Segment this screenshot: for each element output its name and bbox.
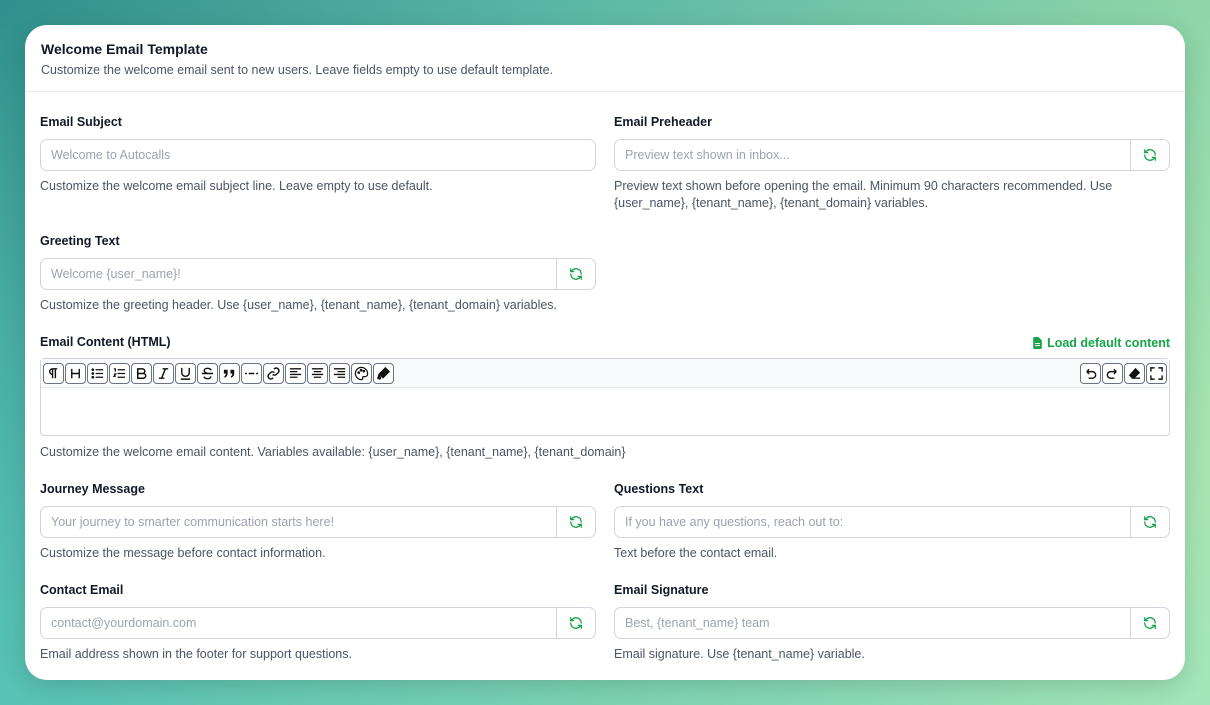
- signature-input-wrap: [614, 607, 1170, 639]
- questions-reset-button[interactable]: [1130, 507, 1169, 537]
- load-default-button[interactable]: Load default content: [1032, 336, 1170, 350]
- refresh-icon: [1144, 149, 1156, 161]
- questions-help: Text before the contact email.: [614, 546, 778, 560]
- strikethrough-icon[interactable]: [197, 362, 218, 384]
- signature-help: Email signature. Use {tenant_name} varia…: [614, 647, 865, 661]
- redo-icon[interactable]: [1102, 362, 1123, 384]
- content-help: Customize the welcome email content. Var…: [40, 445, 626, 459]
- contact-email-input[interactable]: [41, 608, 556, 638]
- journey-input[interactable]: [41, 507, 556, 537]
- signature-input[interactable]: [615, 608, 1130, 638]
- link-icon[interactable]: [263, 362, 284, 384]
- refresh-icon: [570, 268, 582, 280]
- ordered-list-icon[interactable]: [109, 362, 130, 384]
- italic-icon[interactable]: [153, 362, 174, 384]
- content-label: Email Content (HTML): [40, 335, 171, 349]
- load-default-label: Load default content: [1047, 335, 1170, 350]
- preheader-help: Preview text shown before opening the em…: [614, 179, 1113, 210]
- underline-icon[interactable]: [175, 362, 196, 384]
- greeting-field: Greeting Text Customize the greeting hea…: [40, 234, 596, 314]
- refresh-icon: [570, 617, 582, 629]
- greeting-help: Customize the greeting header. Use {user…: [40, 298, 558, 312]
- journey-label: Journey Message: [40, 482, 145, 496]
- undo-icon[interactable]: [1080, 362, 1101, 384]
- align-right-icon[interactable]: [329, 362, 350, 384]
- contact-field: Contact Email Email address shown in the…: [40, 583, 596, 663]
- questions-input[interactable]: [615, 507, 1130, 537]
- contact-input-wrap: [40, 607, 596, 639]
- greeting-reset-button[interactable]: [556, 259, 595, 289]
- journey-reset-button[interactable]: [556, 507, 595, 537]
- page-title: Welcome Email Template: [41, 41, 208, 57]
- preheader-reset-button[interactable]: [1130, 140, 1169, 170]
- bold-icon[interactable]: [131, 362, 152, 384]
- align-left-icon[interactable]: [285, 362, 306, 384]
- contact-help: Email address shown in the footer for su…: [40, 647, 352, 661]
- editor-toolbar: [41, 359, 1169, 388]
- editor-content-area[interactable]: [41, 388, 1169, 436]
- questions-input-wrap: [614, 506, 1170, 538]
- contact-reset-button[interactable]: [556, 608, 595, 638]
- html-editor: [40, 358, 1170, 436]
- preheader-input-wrap: [614, 139, 1170, 171]
- palette-icon[interactable]: [351, 362, 372, 384]
- paragraph-icon[interactable]: [43, 362, 64, 384]
- content-editor-field: Email Content (HTML) Load default conten…: [40, 335, 1170, 461]
- subject-input[interactable]: [41, 140, 595, 170]
- template-card: Welcome Email Template Customize the wel…: [25, 25, 1185, 680]
- align-center-icon[interactable]: [307, 362, 328, 384]
- fullscreen-icon[interactable]: [1146, 362, 1167, 384]
- editor-head: Email Content (HTML) Load default conten…: [40, 335, 1170, 350]
- toolbar-format-group: [43, 362, 394, 384]
- refresh-icon: [1144, 516, 1156, 528]
- subject-label: Email Subject: [40, 115, 122, 129]
- eraser-icon[interactable]: [1124, 362, 1145, 384]
- blockquote-icon[interactable]: [219, 362, 240, 384]
- toolbar-actions-group: [1080, 362, 1167, 384]
- refresh-icon: [570, 516, 582, 528]
- subject-field: Email Subject Customize the welcome emai…: [40, 115, 596, 195]
- greeting-label: Greeting Text: [40, 234, 120, 248]
- subject-input-wrap: [40, 139, 596, 171]
- greeting-input[interactable]: [41, 259, 556, 289]
- journey-input-wrap: [40, 506, 596, 538]
- preheader-field: Email Preheader Preview text shown befor…: [614, 115, 1170, 212]
- highlighter-icon[interactable]: [373, 362, 394, 384]
- preheader-label: Email Preheader: [614, 115, 712, 129]
- page-description: Customize the welcome email sent to new …: [41, 63, 554, 77]
- signature-reset-button[interactable]: [1130, 608, 1169, 638]
- contact-label: Contact Email: [40, 583, 124, 597]
- journey-help: Customize the message before contact inf…: [40, 546, 326, 560]
- card-header: Welcome Email Template Customize the wel…: [25, 25, 1185, 92]
- subject-help: Customize the welcome email subject line…: [40, 179, 433, 193]
- horizontal-rule-icon[interactable]: [241, 362, 262, 384]
- bullet-list-icon[interactable]: [87, 362, 108, 384]
- heading-icon[interactable]: [65, 362, 86, 384]
- file-icon: [1033, 336, 1042, 349]
- questions-label: Questions Text: [614, 482, 704, 496]
- greeting-input-wrap: [40, 258, 596, 290]
- refresh-icon: [1144, 617, 1156, 629]
- preheader-input[interactable]: [615, 140, 1130, 170]
- questions-field: Questions Text Text before the contact e…: [614, 482, 1170, 562]
- journey-field: Journey Message Customize the message be…: [40, 482, 596, 562]
- signature-field: Email Signature Email signature. Use {te…: [614, 583, 1170, 663]
- signature-label: Email Signature: [614, 583, 709, 597]
